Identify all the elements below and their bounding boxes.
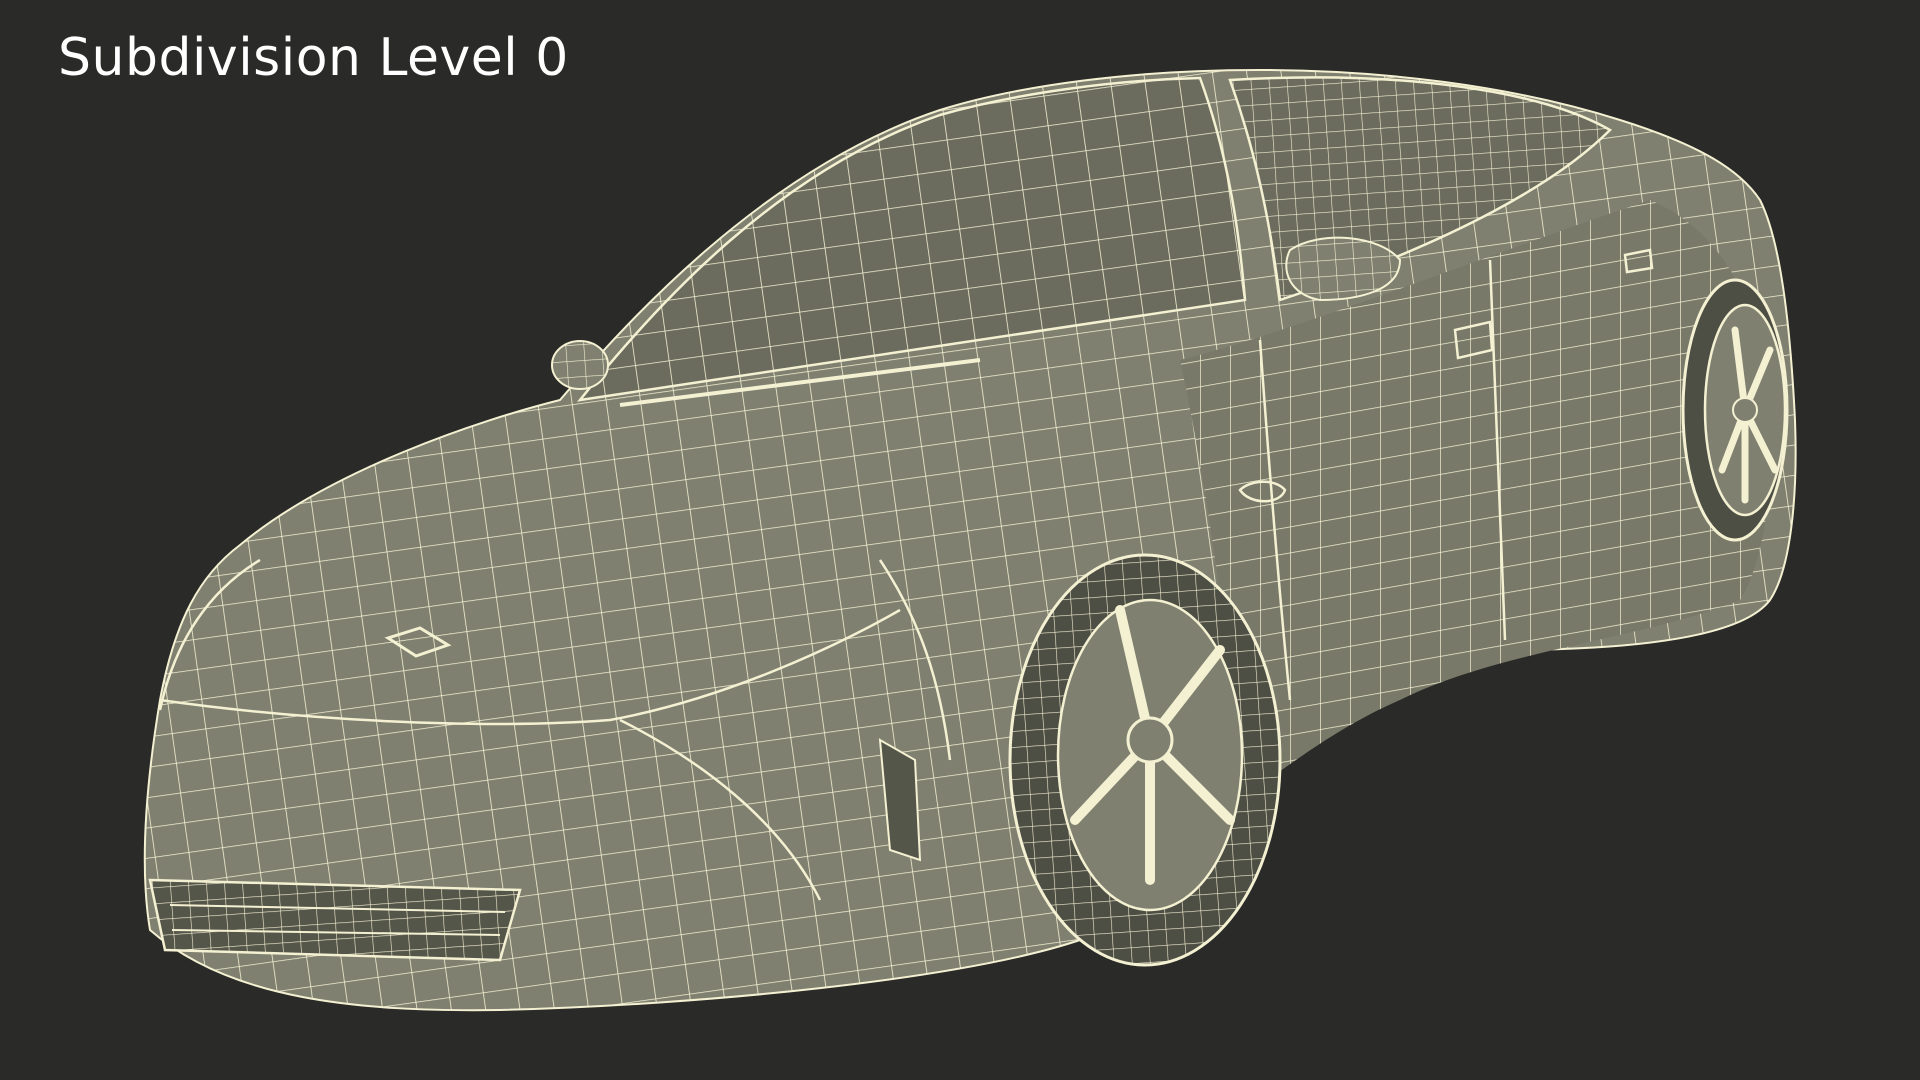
wireframe-car-render: [143, 69, 1797, 1012]
front-grille: [148, 878, 522, 962]
render-viewport: Subdivision Level 0: [0, 0, 1920, 1080]
rear-wheel: [1681, 278, 1789, 542]
front-wheel: [1008, 553, 1282, 967]
side-mirror-left: [551, 340, 609, 390]
subdivision-level-caption: Subdivision Level 0: [58, 28, 569, 88]
